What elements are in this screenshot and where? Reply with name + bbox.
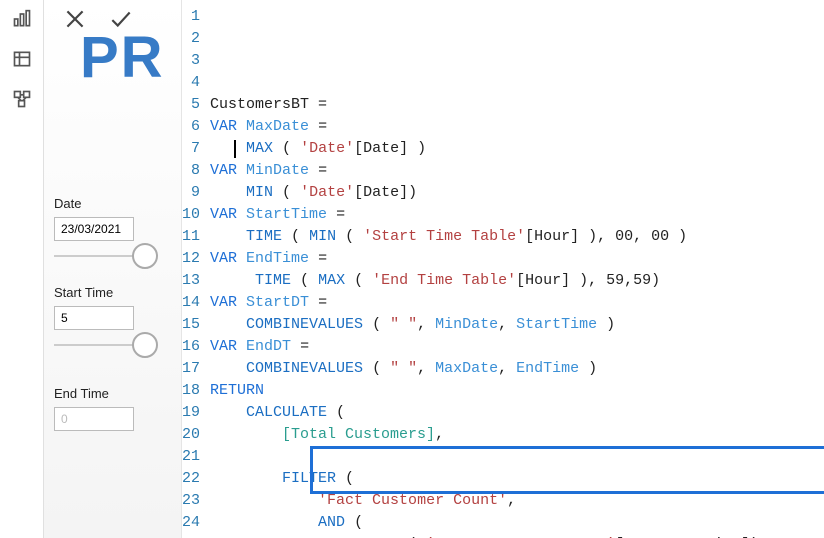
code-line[interactable]: VAR StartDT = [210, 292, 824, 314]
code-area[interactable]: CustomersBT =VAR MaxDate = MAX ( 'Date'[… [206, 0, 824, 538]
line-number: 2 [182, 28, 200, 50]
code-line[interactable]: VALUE ( 'Fact Customer Count'[StartDateT… [210, 534, 824, 538]
line-number: 10 [182, 204, 200, 226]
line-number: 13 [182, 270, 200, 292]
date-input[interactable] [54, 217, 134, 241]
line-number: 17 [182, 358, 200, 380]
view-rail [0, 0, 44, 538]
date-slider[interactable] [54, 255, 144, 257]
code-line[interactable]: CustomersBT = [210, 94, 824, 116]
line-number: 19 [182, 402, 200, 424]
code-line[interactable]: MAX ( 'Date'[Date] ) [210, 138, 824, 160]
line-number: 20 [182, 424, 200, 446]
code-line[interactable]: VAR StartTime = [210, 204, 824, 226]
table-icon[interactable] [11, 48, 33, 70]
dax-editor[interactable]: 123456789101112131415161718192021222324 … [181, 0, 824, 538]
filter-end-time-label: End Time [54, 386, 164, 401]
line-number: 6 [182, 116, 200, 138]
line-number: 3 [182, 50, 200, 72]
line-number: 22 [182, 468, 200, 490]
code-line[interactable]: VAR EndDT = [210, 336, 824, 358]
code-line[interactable]: COMBINEVALUES ( " ", MaxDate, EndTime ) [210, 358, 824, 380]
line-number: 1 [182, 6, 200, 28]
line-number: 5 [182, 94, 200, 116]
line-number: 8 [182, 160, 200, 182]
line-number-gutter: 123456789101112131415161718192021222324 [182, 0, 206, 538]
line-number: 23 [182, 490, 200, 512]
line-number: 12 [182, 248, 200, 270]
code-line[interactable]: COMBINEVALUES ( " ", MinDate, StartTime … [210, 314, 824, 336]
filters-panel: Date Start Time End Time [54, 196, 164, 459]
code-line[interactable]: VAR MaxDate = [210, 116, 824, 138]
code-line[interactable]: AND ( [210, 512, 824, 534]
filter-date-label: Date [54, 196, 164, 211]
code-line[interactable]: CALCULATE ( [210, 402, 824, 424]
bar-chart-icon[interactable] [11, 8, 33, 30]
line-number: 16 [182, 336, 200, 358]
filter-start-time-label: Start Time [54, 285, 164, 300]
line-number: 18 [182, 380, 200, 402]
end-time-input[interactable] [54, 407, 134, 431]
line-number: 7 [182, 138, 200, 160]
code-line[interactable]: VAR MinDate = [210, 160, 824, 182]
start-time-slider[interactable] [54, 344, 144, 346]
code-line[interactable]: TIME ( MAX ( 'End Time Table'[Hour] ), 5… [210, 270, 824, 292]
code-line[interactable] [210, 446, 824, 468]
main-area: PR Date Start Time End Time 123456789101… [44, 0, 824, 538]
model-icon[interactable] [11, 88, 33, 110]
line-number: 21 [182, 446, 200, 468]
watermark: PR [80, 24, 165, 91]
code-line[interactable]: RETURN [210, 380, 824, 402]
slider-knob-icon[interactable] [132, 243, 158, 269]
line-number: 11 [182, 226, 200, 248]
filter-end-time: End Time [54, 386, 164, 431]
code-line[interactable]: FILTER ( [210, 468, 824, 490]
line-number: 9 [182, 182, 200, 204]
code-line[interactable]: TIME ( MIN ( 'Start Time Table'[Hour] ),… [210, 226, 824, 248]
line-number: 14 [182, 292, 200, 314]
code-line[interactable]: [Total Customers], [210, 424, 824, 446]
filter-start-time: Start Time [54, 285, 164, 346]
code-line[interactable]: 'Fact Customer Count', [210, 490, 824, 512]
line-number: 24 [182, 512, 200, 534]
start-time-input[interactable] [54, 306, 134, 330]
line-number: 15 [182, 314, 200, 336]
slider-knob-icon[interactable] [132, 332, 158, 358]
code-line[interactable]: MIN ( 'Date'[Date]) [210, 182, 824, 204]
line-number: 4 [182, 72, 200, 94]
code-line[interactable]: VAR EndTime = [210, 248, 824, 270]
filter-date: Date [54, 196, 164, 257]
text-caret-icon [234, 140, 236, 158]
